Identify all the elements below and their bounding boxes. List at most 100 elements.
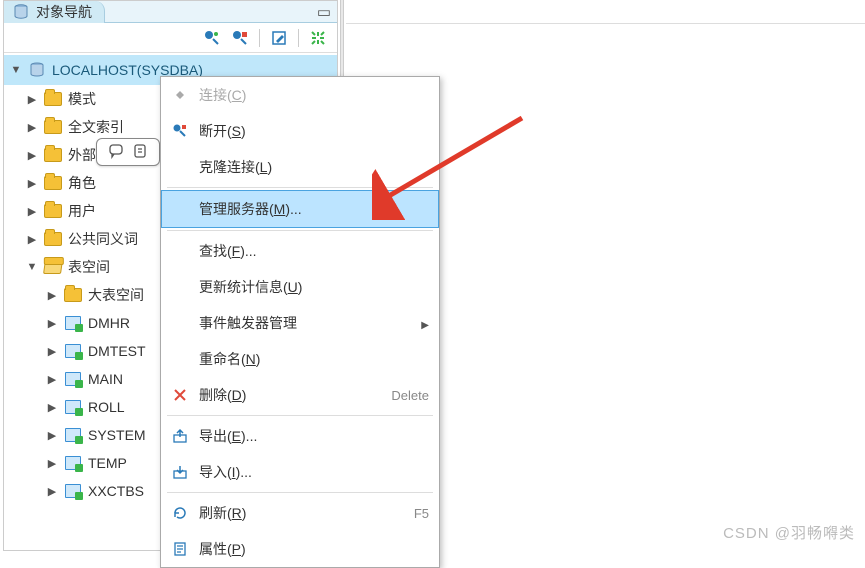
tree-label: MAIN <box>88 371 123 387</box>
edit-icon[interactable] <box>270 29 288 47</box>
menu-separator <box>167 415 433 416</box>
menu-item[interactable]: 属性(P) <box>161 531 439 567</box>
expand-arrow-icon[interactable] <box>46 401 58 414</box>
menu-item[interactable]: 查找(F)... <box>161 233 439 269</box>
new-connection-icon[interactable] <box>203 29 221 47</box>
db-icon <box>12 3 30 21</box>
menu-item[interactable]: 克隆连接(L) <box>161 149 439 185</box>
menu-shortcut: F5 <box>414 506 429 521</box>
menu-item[interactable]: 删除(D) Delete <box>161 377 439 413</box>
submenu-arrow-icon <box>421 315 429 331</box>
menu-label: 更新统计信息(U) <box>199 277 429 297</box>
expand-arrow-icon[interactable] <box>46 317 58 330</box>
menu-label: 事件触发器管理 <box>199 313 411 333</box>
expand-arrow-icon[interactable] <box>26 205 38 218</box>
refresh-icon <box>171 505 189 521</box>
delete-icon <box>171 387 189 403</box>
folder-icon <box>44 90 62 108</box>
menu-label: 查找(F)... <box>199 241 429 261</box>
tablespace-icon <box>64 482 82 500</box>
tree-label: SYSTEM <box>88 427 146 443</box>
expand-arrow-icon[interactable] <box>46 457 58 470</box>
tree-label: 全文索引 <box>68 117 124 137</box>
menu-item[interactable]: 刷新(R) F5 <box>161 495 439 531</box>
tablespace-icon <box>64 314 82 332</box>
folder-icon <box>44 230 62 248</box>
menu-label: 导出(E)... <box>199 426 429 446</box>
expand-arrow-icon[interactable] <box>26 177 38 190</box>
folder-icon <box>44 146 62 164</box>
expand-arrow-icon[interactable] <box>26 121 38 134</box>
tree-label: 模式 <box>68 89 96 109</box>
floating-toolbar[interactable] <box>96 138 160 166</box>
expand-arrow-icon[interactable] <box>10 64 22 76</box>
tablespace-icon <box>64 342 82 360</box>
expand-arrow-icon[interactable] <box>46 373 58 386</box>
menu-shortcut: Delete <box>391 388 429 403</box>
menu-separator <box>167 230 433 231</box>
menu-label: 刷新(R) <box>199 503 404 523</box>
tree-label: 大表空间 <box>88 285 144 305</box>
tablespace-icon <box>64 370 82 388</box>
separator <box>298 29 299 47</box>
expand-arrow-icon[interactable] <box>46 485 58 498</box>
menu-item[interactable]: 管理服务器(M)... <box>161 190 439 228</box>
expand-arrow-icon[interactable] <box>26 233 38 246</box>
folder-icon <box>64 286 82 304</box>
tree-label: 表空间 <box>68 257 110 277</box>
menu-label: 克隆连接(L) <box>199 157 429 177</box>
menu-item[interactable]: 重命名(N) <box>161 341 439 377</box>
expand-arrow-icon[interactable] <box>46 289 58 302</box>
expand-arrow-icon[interactable] <box>26 149 38 162</box>
menu-label: 删除(D) <box>199 385 381 405</box>
tablespace-icon <box>64 454 82 472</box>
tablespace-icon <box>64 398 82 416</box>
tab-object-nav[interactable]: 对象导航 <box>4 1 105 23</box>
folder-icon <box>44 118 62 136</box>
menu-item[interactable]: 断开(S) <box>161 113 439 149</box>
separator <box>259 29 260 47</box>
tree-label: TEMP <box>88 455 127 471</box>
menu-item[interactable]: 事件触发器管理 <box>161 305 439 341</box>
tree-label: 公共同义词 <box>68 229 138 249</box>
folder-open-icon <box>44 258 62 276</box>
tree-label: DMTEST <box>88 343 146 359</box>
tree-label: DMHR <box>88 315 130 331</box>
note-icon[interactable] <box>132 143 148 162</box>
tree-label: ROLL <box>88 399 125 415</box>
expand-arrow-icon[interactable] <box>26 93 38 106</box>
tab-label: 对象导航 <box>36 2 92 22</box>
menu-label: 管理服务器(M)... <box>199 199 429 219</box>
tree-label: 用户 <box>68 201 96 221</box>
plug-icon <box>171 87 189 103</box>
folder-icon <box>44 202 62 220</box>
props-icon <box>171 541 189 557</box>
panel-tabs: 对象导航 ▭ <box>4 1 337 23</box>
expand-arrow-icon[interactable] <box>46 429 58 442</box>
folder-icon <box>44 174 62 192</box>
server-icon <box>28 61 46 79</box>
panel-toolbar <box>4 23 337 53</box>
editor-tabstrip <box>346 0 865 24</box>
disconnect-icon <box>171 123 189 139</box>
menu-label: 导入(I)... <box>199 462 429 482</box>
watermark: CSDN @羽畅嘚类 <box>723 522 855 543</box>
tree-label: XXCTBS <box>88 483 144 499</box>
menu-label: 连接(C) <box>199 85 429 105</box>
context-menu: 连接(C) 断开(S) 克隆连接(L) 管理服务器(M)... 查找(F)... 更新统计… <box>160 76 440 568</box>
import-icon <box>171 464 189 480</box>
menu-item: 连接(C) <box>161 77 439 113</box>
menu-item[interactable]: 更新统计信息(U) <box>161 269 439 305</box>
panel-toolbar-icon[interactable]: ▭ <box>311 3 337 21</box>
expand-all-icon[interactable] <box>309 29 327 47</box>
menu-label: 属性(P) <box>199 539 429 559</box>
menu-item[interactable]: 导入(I)... <box>161 454 439 490</box>
comment-icon[interactable] <box>108 143 124 162</box>
expand-arrow-icon[interactable] <box>26 261 38 273</box>
tree-label: 角色 <box>68 173 96 193</box>
menu-label: 重命名(N) <box>199 349 429 369</box>
menu-item[interactable]: 导出(E)... <box>161 418 439 454</box>
menu-separator <box>167 492 433 493</box>
disconnect-icon[interactable] <box>231 29 249 47</box>
expand-arrow-icon[interactable] <box>46 345 58 358</box>
